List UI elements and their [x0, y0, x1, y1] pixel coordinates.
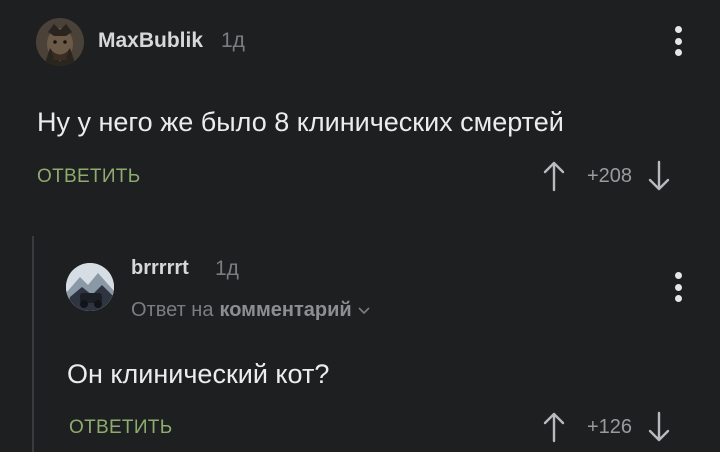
comment-text: Он клинический кот?: [67, 359, 330, 389]
comment: MaxBublik 1д Ну у него же было 8 клиниче…: [0, 0, 720, 230]
kebab-menu-icon[interactable]: [674, 26, 682, 56]
avatar[interactable]: [36, 18, 84, 66]
downvote-arrow-icon[interactable]: [648, 160, 670, 192]
avatar-image: [36, 18, 84, 66]
author-name[interactable]: MaxBublik: [98, 29, 203, 53]
chevron-down-icon[interactable]: [358, 306, 370, 316]
vote-controls: +126: [543, 411, 670, 443]
reply-to-prefix: Ответ на: [131, 299, 214, 321]
vote-controls: +208: [543, 160, 670, 192]
avatar[interactable]: [66, 263, 114, 311]
avatar-image: [66, 263, 114, 311]
comment-reply: brrrrrt 1д Ответ на комментарий Он клини…: [0, 230, 720, 452]
reply-to-link[interactable]: Ответ на комментарий: [131, 299, 370, 322]
comment-text: Ну у него же было 8 клинических смертей: [37, 107, 564, 137]
upvote-arrow-icon[interactable]: [543, 160, 565, 192]
score: +208: [587, 164, 633, 187]
author-name[interactable]: brrrrrt: [131, 257, 189, 280]
score: +126: [587, 415, 633, 438]
timestamp: 1д: [215, 257, 239, 280]
reply-button[interactable]: ОТВЕТИТЬ: [69, 417, 172, 439]
upvote-arrow-icon[interactable]: [543, 411, 565, 443]
downvote-arrow-icon[interactable]: [648, 411, 670, 443]
kebab-menu-icon[interactable]: [674, 272, 682, 302]
reply-to-target[interactable]: комментарий: [219, 299, 351, 322]
reply-button[interactable]: ОТВЕТИТЬ: [37, 166, 140, 188]
timestamp: 1д: [221, 29, 245, 52]
